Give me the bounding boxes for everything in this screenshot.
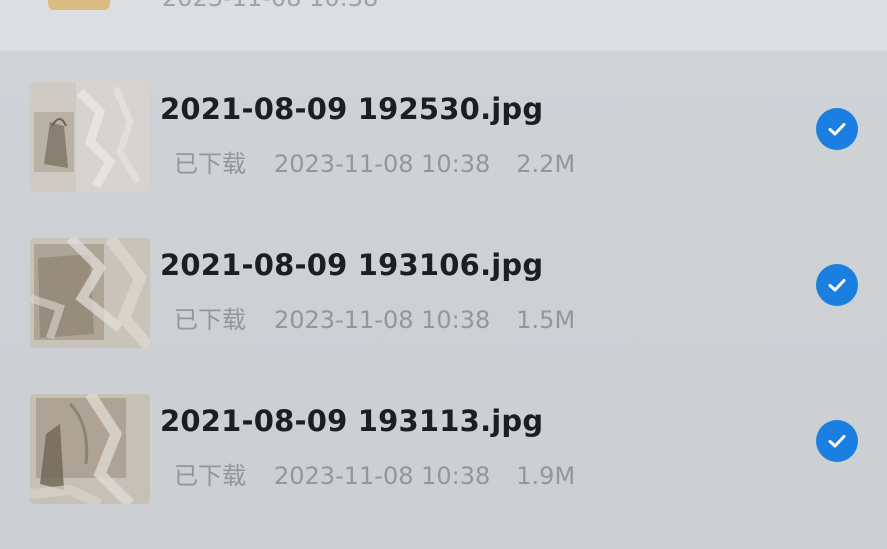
folder-thumbnail-icon bbox=[48, 0, 110, 10]
download-status: 已下载 bbox=[174, 462, 246, 490]
image-thumbnail-icon bbox=[30, 82, 150, 192]
download-status: 已下载 bbox=[174, 306, 246, 334]
image-thumbnail-icon bbox=[30, 238, 150, 348]
file-meta: 已下载 2023-11-08 10:38 1.9M bbox=[174, 456, 575, 491]
file-name: 2021-08-09 192530.jpg bbox=[160, 92, 544, 126]
file-meta: 已下载 2023-11-08 10:38 2.2M bbox=[174, 144, 575, 179]
download-status: 已下载 bbox=[174, 150, 246, 178]
file-size: 1.5M bbox=[516, 306, 576, 334]
file-name: 2021-08-09 193113.jpg bbox=[160, 404, 544, 438]
check-circle-icon[interactable] bbox=[816, 420, 858, 462]
file-meta: 已下载 2023-11-08 10:38 1.5M bbox=[174, 300, 575, 335]
file-size: 2.2M bbox=[516, 150, 576, 178]
file-meta-time: 2023-11-08 10:38 bbox=[162, 0, 378, 12]
file-time: 2023-11-08 10:38 bbox=[274, 150, 491, 178]
file-list-screen: 2023-11-08 10:38 2021-08-09 192530.jpg 已… bbox=[0, 0, 887, 549]
file-name: 2021-08-09 193106.jpg bbox=[160, 248, 544, 282]
file-time: 2023-11-08 10:38 bbox=[274, 306, 491, 334]
list-item[interactable]: 2021-08-09 192530.jpg 已下载 2023-11-08 10:3… bbox=[0, 52, 887, 208]
file-size: 1.9M bbox=[516, 462, 576, 490]
list-item[interactable]: 2021-08-09 193106.jpg 已下载 2023-11-08 10:3… bbox=[0, 208, 887, 364]
check-circle-icon[interactable] bbox=[816, 108, 858, 150]
image-thumbnail-icon bbox=[30, 394, 150, 504]
list-item[interactable]: 2021-08-09 193113.jpg 已下载 2023-11-08 10:3… bbox=[0, 364, 887, 520]
file-time: 2023-11-08 10:38 bbox=[274, 462, 491, 490]
check-circle-icon[interactable] bbox=[816, 264, 858, 306]
list-item-partial[interactable]: 2023-11-08 10:38 bbox=[0, 0, 887, 50]
